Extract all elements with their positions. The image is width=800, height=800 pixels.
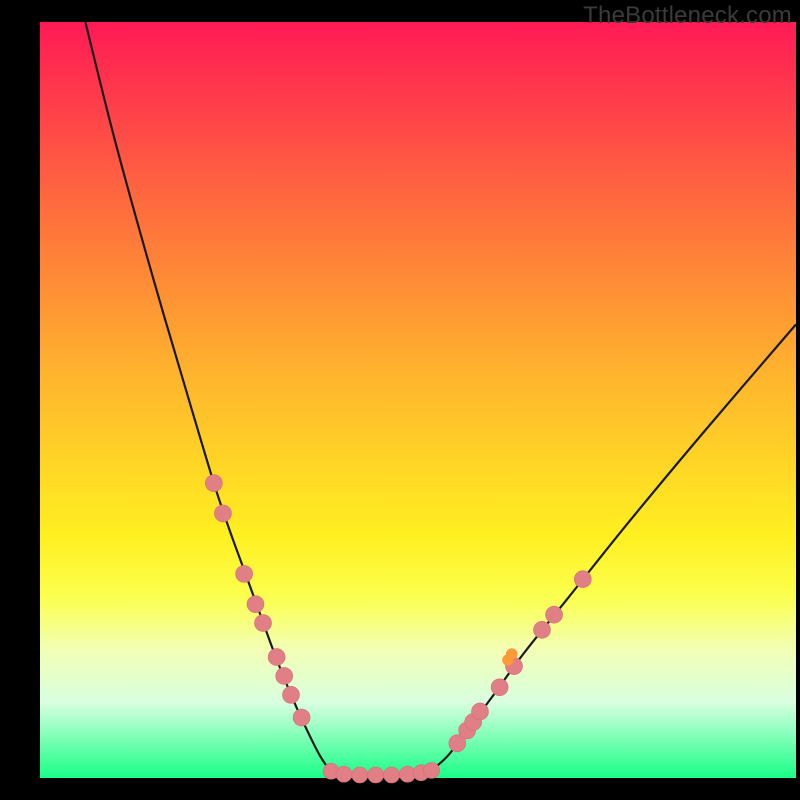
markers-left-cluster — [205, 475, 310, 726]
data-marker — [282, 686, 299, 703]
data-marker — [236, 565, 253, 582]
data-marker — [268, 649, 285, 666]
data-marker — [384, 767, 400, 783]
data-marker — [546, 606, 563, 623]
data-marker — [255, 615, 272, 632]
watermark-text: TheBottleneck.com — [583, 2, 792, 30]
chart-frame: TheBottleneck.com — [0, 0, 800, 800]
data-marker — [205, 475, 222, 492]
data-marker — [491, 679, 508, 696]
data-marker — [574, 571, 591, 588]
curve-svg — [40, 22, 796, 778]
data-marker — [471, 703, 488, 720]
data-marker — [368, 767, 384, 783]
data-marker — [336, 766, 352, 782]
data-marker — [352, 767, 368, 783]
markers-right-cluster — [449, 571, 591, 752]
markers-valley-cluster — [323, 762, 440, 783]
data-marker — [533, 621, 550, 638]
data-marker — [424, 762, 440, 778]
plot-area — [40, 22, 796, 778]
data-marker — [276, 667, 293, 684]
data-marker — [247, 596, 264, 613]
data-marker — [214, 505, 231, 522]
bottleneck-curve — [85, 22, 796, 776]
data-marker — [506, 649, 517, 660]
data-marker — [293, 709, 310, 726]
